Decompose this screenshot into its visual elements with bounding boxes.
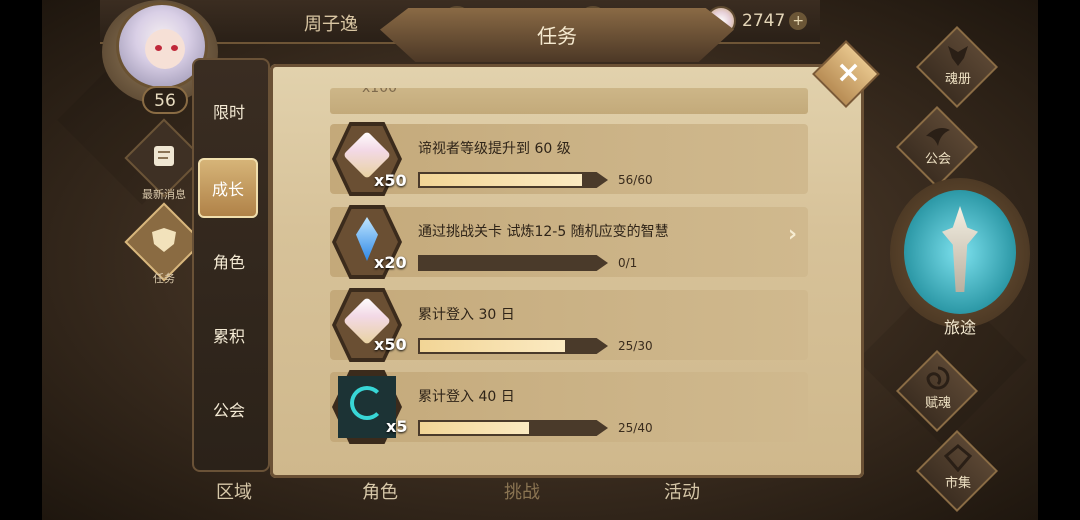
- panel-title: 任务: [537, 24, 577, 48]
- reward-qty: x50: [374, 335, 407, 354]
- swirl-icon: [926, 366, 950, 390]
- progress-bar: [418, 255, 608, 271]
- nav-ensoul[interactable]: 赋魂: [895, 349, 979, 433]
- diamond-icon: [944, 444, 972, 472]
- progress-bar: [418, 420, 608, 436]
- quest-button[interactable]: 任务: [124, 202, 204, 285]
- task-title: 通过挑战关卡 试炼12-5 随机应变的智慧: [418, 224, 669, 240]
- bottom-tab-area[interactable]: 区域: [216, 478, 252, 504]
- task-title: 谛视者等级提升到 60 级: [418, 141, 571, 157]
- nav-soul-book-label: 魂册: [944, 72, 971, 87]
- dragon-icon: [948, 46, 968, 66]
- nav-market-label: 市集: [944, 476, 971, 491]
- player-name: 周子逸: [304, 14, 358, 35]
- gem-value: 2747: [742, 11, 786, 31]
- tab-cumulative[interactable]: 累积: [196, 306, 262, 368]
- progress-fill: [420, 174, 582, 186]
- nav-market[interactable]: 市集: [915, 429, 999, 513]
- tab-limited[interactable]: 限时: [196, 82, 262, 144]
- reward-qty: x50: [374, 171, 407, 190]
- bottom-tab-character[interactable]: 角色: [362, 478, 398, 504]
- progress-bar: [418, 172, 608, 188]
- progress-text: 25/30: [618, 339, 653, 353]
- tab-character[interactable]: 角色: [196, 232, 262, 294]
- bottom-tab-challenge[interactable]: 挑战: [504, 478, 540, 504]
- bottom-tab-event[interactable]: 活动: [664, 478, 700, 504]
- progress-fill: [420, 340, 565, 352]
- news-button[interactable]: 最新消息: [124, 118, 204, 201]
- nav-soul-book[interactable]: 魂册: [915, 25, 999, 109]
- progress-text: 56/60: [618, 173, 653, 187]
- shield-icon: [152, 228, 176, 252]
- bird-icon: [926, 128, 950, 146]
- progress-bar: [418, 338, 608, 354]
- tab-growth[interactable]: 成长: [198, 158, 258, 218]
- progress-text: 0/1: [618, 256, 638, 270]
- close-icon: ×: [836, 55, 862, 90]
- partial-qty: x100: [362, 88, 398, 96]
- reward-qty: x20: [374, 253, 407, 272]
- scroll-icon: [154, 146, 174, 166]
- nav-ensoul-label: 赋魂: [924, 396, 951, 411]
- reward-qty: x5: [386, 417, 408, 436]
- add-gem-button[interactable]: +: [789, 12, 808, 30]
- nav-journey-label: 旅途: [943, 318, 976, 337]
- tab-guild[interactable]: 公会: [196, 380, 262, 442]
- rune-icon: [350, 386, 384, 420]
- go-arrow-icon[interactable]: ›: [788, 222, 797, 247]
- progress-text: 25/40: [618, 421, 653, 435]
- nav-guild-label: 公会: [924, 152, 951, 167]
- progress-fill: [420, 422, 529, 434]
- nav-journey[interactable]: 旅途: [890, 168, 1030, 348]
- player-level: 56: [142, 86, 188, 114]
- scrolled-row-partial: x100: [330, 88, 808, 114]
- task-title: 累计登入 30 日: [418, 307, 515, 323]
- task-title: 累计登入 40 日: [418, 389, 515, 405]
